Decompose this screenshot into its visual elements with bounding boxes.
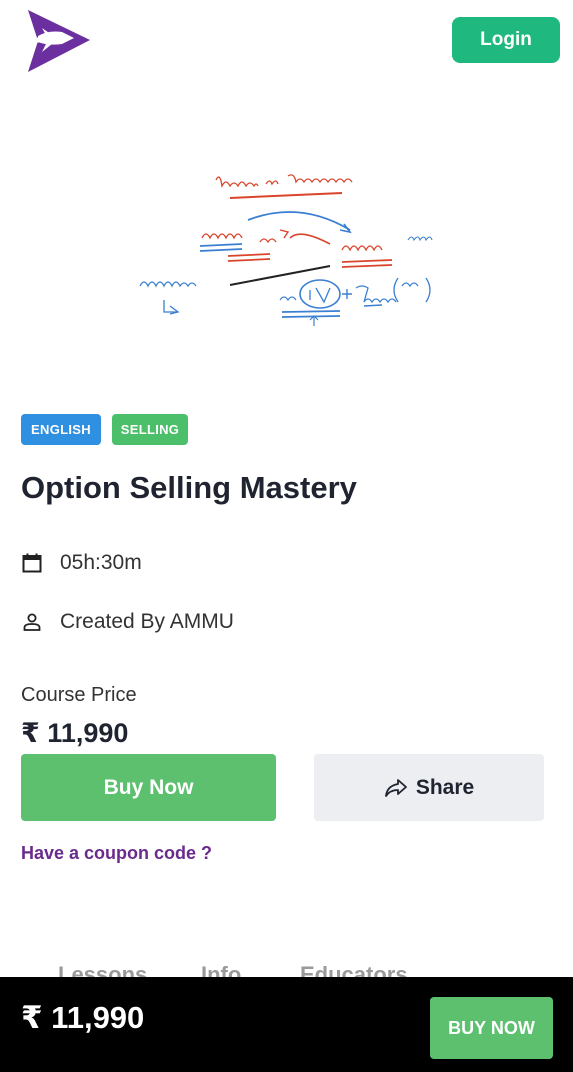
course-title: Option Selling Mastery <box>21 470 357 505</box>
person-icon <box>21 611 43 633</box>
buy-now-button[interactable]: Buy Now <box>21 754 276 821</box>
share-arrow-icon <box>384 778 408 798</box>
share-label: Share <box>415 775 475 799</box>
tag-language: ENGLISH <box>21 414 101 445</box>
price-value: ₹ 11,990 <box>21 718 129 748</box>
coupon-link[interactable]: Have a coupon code ? <box>21 843 212 864</box>
course-thumbnail <box>130 160 450 330</box>
creator-row: Created By AMMU <box>21 610 234 634</box>
brand-logo-icon[interactable] <box>22 8 94 74</box>
calendar-icon <box>21 552 43 574</box>
bottom-buy-now-button[interactable]: BUY NOW <box>430 997 553 1059</box>
duration-text: 05h:30m <box>60 551 142 574</box>
share-button[interactable]: Share <box>314 754 544 821</box>
bottom-purchase-bar: ₹ 11,990 BUY NOW <box>0 977 573 1072</box>
duration-row: 05h:30m <box>21 551 142 575</box>
login-button[interactable]: Login <box>452 17 560 63</box>
bottom-price: ₹ 11,990 <box>21 1000 145 1035</box>
tag-category: SELLING <box>112 414 188 445</box>
price-label: Course Price <box>21 684 137 706</box>
creator-text: Created By AMMU <box>60 610 234 633</box>
